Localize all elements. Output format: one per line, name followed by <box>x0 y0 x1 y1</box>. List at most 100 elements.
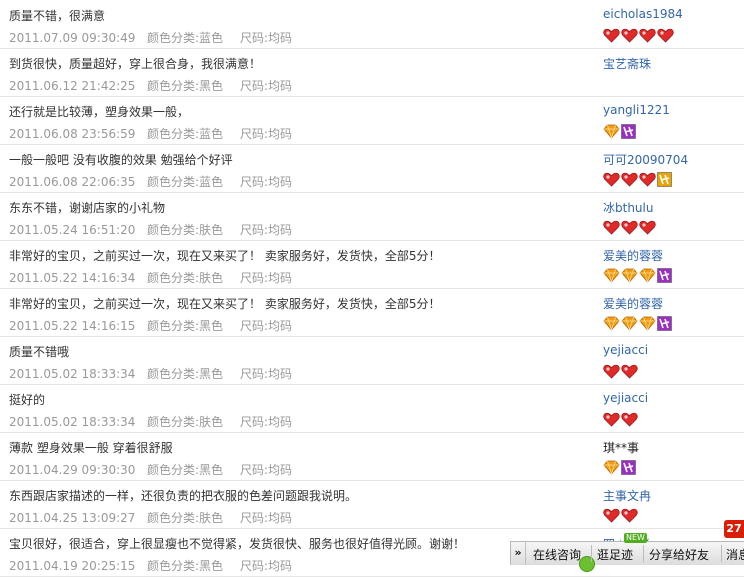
collapse-toolbar-button[interactable]: » <box>511 542 526 565</box>
new-tag: NEW <box>624 533 647 543</box>
reviewer-credit-badges <box>603 315 672 331</box>
review-color-option: 颜色分类:黑色 <box>147 463 224 477</box>
heart-icon <box>603 28 620 43</box>
reviewer-name-link[interactable]: 爱美的蓉蓉 <box>603 247 663 264</box>
review-color-option: 颜色分类:肤色 <box>147 223 224 237</box>
review-row: 质量不错哦 2011.05.02 18:33:34 颜色分类:黑色 尺码:均码 yeji… <box>0 336 744 385</box>
review-size-option: 尺码:均码 <box>240 271 293 285</box>
review-row: 非常好的宝贝，之前买过一次，现在又来买了！ 卖家服务好，发货快，全部5分！ 201… <box>0 240 744 289</box>
review-row: 挺好的 2011.05.02 18:33:34 颜色分类:肤色 尺码:均码 yejiac… <box>0 384 744 433</box>
review-date: 2011.04.29 09:30:30 <box>9 463 136 477</box>
review-date: 2011.04.25 13:09:27 <box>9 511 136 525</box>
review-size-option: 尺码:均码 <box>240 319 293 333</box>
review-size-option: 尺码:均码 <box>240 31 293 45</box>
review-row: 到货很快，质量超好，穿上很合身，我很满意！ 2011.06.12 21:42:25… <box>0 48 744 97</box>
review-color-option: 颜色分类:黑色 <box>147 367 224 381</box>
footprint-button[interactable]: 逛足迹 <box>597 546 633 563</box>
review-comment: 东西跟店家描述的一样，还很负责的把衣服的色差问题跟我说明。 <box>9 489 358 503</box>
diamond-icon <box>639 316 656 331</box>
reviewer-credit-badges <box>603 363 638 379</box>
review-comment: 挺好的 <box>9 393 46 407</box>
reviewer-name-link[interactable]: 宝艺斋珠 <box>603 55 651 72</box>
vip-badge-icon <box>621 459 636 475</box>
review-meta: 2011.04.29 09:30:30 颜色分类:黑色 尺码:均码 <box>9 461 292 478</box>
review-meta: 2011.07.09 09:30:49 颜色分类:蓝色 尺码:均码 <box>9 29 292 46</box>
review-date: 2011.06.08 23:56:59 <box>9 127 136 141</box>
review-size-option: 尺码:均码 <box>240 511 293 525</box>
notification-count-badge[interactable]: 27 <box>724 520 744 538</box>
reviewer-credit-badges <box>603 219 656 235</box>
heart-icon <box>621 412 638 427</box>
review-comment: 到货很快，质量超好，穿上很合身，我很满意！ <box>9 57 262 71</box>
review-color-option: 颜色分类:黑色 <box>147 319 224 333</box>
review-comment: 非常好的宝贝，之前买过一次，现在又来买了！ 卖家服务好，发货快，全部5分！ <box>9 249 441 263</box>
reviewer-name-link[interactable]: 主事文冉 <box>603 487 651 504</box>
review-meta: 2011.05.22 14:16:34 颜色分类:肤色 尺码:均码 <box>9 269 292 286</box>
vip-gold-badge-icon <box>657 171 672 187</box>
reviewer-credit-badges <box>603 459 636 475</box>
heart-icon <box>639 28 656 43</box>
diamond-icon <box>621 316 638 331</box>
share-friends-button[interactable]: 分享给好友 <box>649 546 709 563</box>
review-color-option: 颜色分类:肤色 <box>147 271 224 285</box>
review-meta: 2011.04.19 20:25:15 颜色分类:黑色 尺码:均码 <box>9 557 292 574</box>
heart-icon <box>639 172 656 187</box>
review-comment: 薄款 塑身效果一般 穿着很舒服 <box>9 441 173 455</box>
review-comment: 东东不错，谢谢店家的小礼物 <box>9 201 166 215</box>
heart-icon <box>639 220 656 235</box>
vip-badge-icon <box>621 123 636 139</box>
review-meta: 2011.05.24 16:51:20 颜色分类:肤色 尺码:均码 <box>9 221 292 238</box>
review-date: 2011.06.12 21:42:25 <box>9 79 136 93</box>
review-row: 质量不错，很满意 2011.07.09 09:30:49 颜色分类:蓝色 尺码:均码 e… <box>0 0 744 49</box>
reviewer-name-link[interactable]: eicholas1984 <box>603 7 683 21</box>
review-row: 非常好的宝贝，之前买过一次，现在又来买了！ 卖家服务好，发货快，全部5分！ 201… <box>0 288 744 337</box>
review-color-option: 颜色分类:黑色 <box>147 79 224 93</box>
review-date: 2011.05.02 18:33:34 <box>9 367 136 381</box>
review-size-option: 尺码:均码 <box>240 223 293 237</box>
diamond-icon <box>621 268 638 283</box>
reviewer-name-link[interactable]: yejiacci <box>603 343 648 357</box>
heart-icon <box>603 220 620 235</box>
review-date: 2011.05.24 16:51:20 <box>9 223 136 237</box>
review-color-option: 颜色分类:蓝色 <box>147 175 224 189</box>
review-color-option: 颜色分类:黑色 <box>147 559 224 573</box>
review-size-option: 尺码:均码 <box>240 367 293 381</box>
diamond-icon <box>639 268 656 283</box>
reviewer-name-link[interactable]: 冰bthulu <box>603 199 653 216</box>
vip-badge-icon <box>657 315 672 331</box>
reviewer-name-link[interactable]: yejiacci <box>603 391 648 405</box>
reviewer-credit-badges <box>603 267 672 283</box>
reviewer-name-link[interactable]: yangli1221 <box>603 103 670 117</box>
diamond-icon <box>603 268 620 283</box>
reviewer-credit-badges <box>603 27 674 43</box>
diamond-icon <box>603 316 620 331</box>
review-size-option: 尺码:均码 <box>240 127 293 141</box>
review-date: 2011.05.02 18:33:34 <box>9 415 136 429</box>
review-size-option: 尺码:均码 <box>240 415 293 429</box>
review-comment: 质量不错，很满意 <box>9 9 106 23</box>
review-date: 2011.05.22 14:16:15 <box>9 319 136 333</box>
review-row: 还行就是比较薄，塑身效果一般， 2011.06.08 23:56:59 颜色分类:蓝… <box>0 96 744 145</box>
reviewer-name-link: 琪**事 <box>603 441 640 455</box>
review-meta: 2011.06.08 23:56:59 颜色分类:蓝色 尺码:均码 <box>9 125 292 142</box>
reviewer-credit-badges <box>603 171 672 187</box>
review-color-option: 颜色分类:肤色 <box>147 511 224 525</box>
reviewer-name-link[interactable]: 可可20090704 <box>603 151 688 168</box>
review-date: 2011.07.09 09:30:49 <box>9 31 136 45</box>
reviewer-name-link[interactable]: 爱美的蓉蓉 <box>603 295 663 312</box>
heart-icon <box>603 364 620 379</box>
review-date: 2011.05.22 14:16:34 <box>9 271 136 285</box>
messages-button[interactable]: 消息 <box>726 546 744 563</box>
review-color-option: 颜色分类:蓝色 <box>147 31 224 45</box>
review-color-option: 颜色分类:肤色 <box>147 415 224 429</box>
toolbar-divider <box>643 545 644 562</box>
reviewer-credit-badges <box>603 507 638 523</box>
toolbar-divider <box>591 545 592 562</box>
review-row: 东西跟店家描述的一样，还很负责的把衣服的色差问题跟我说明。 2011.04.25 … <box>0 480 744 529</box>
review-meta: 2011.05.02 18:33:34 颜色分类:黑色 尺码:均码 <box>9 365 292 382</box>
review-comment: 宝贝很好，很适合，穿上很显瘦也不觉得紧，发货很快、服务也很好值得光顾。谢谢！ <box>9 537 466 551</box>
review-meta: 2011.05.02 18:33:34 颜色分类:肤色 尺码:均码 <box>9 413 292 430</box>
online-consult-button[interactable]: 在线咨询 <box>533 546 581 563</box>
heart-icon <box>603 412 620 427</box>
review-meta: 2011.04.25 13:09:27 颜色分类:肤色 尺码:均码 <box>9 509 292 526</box>
